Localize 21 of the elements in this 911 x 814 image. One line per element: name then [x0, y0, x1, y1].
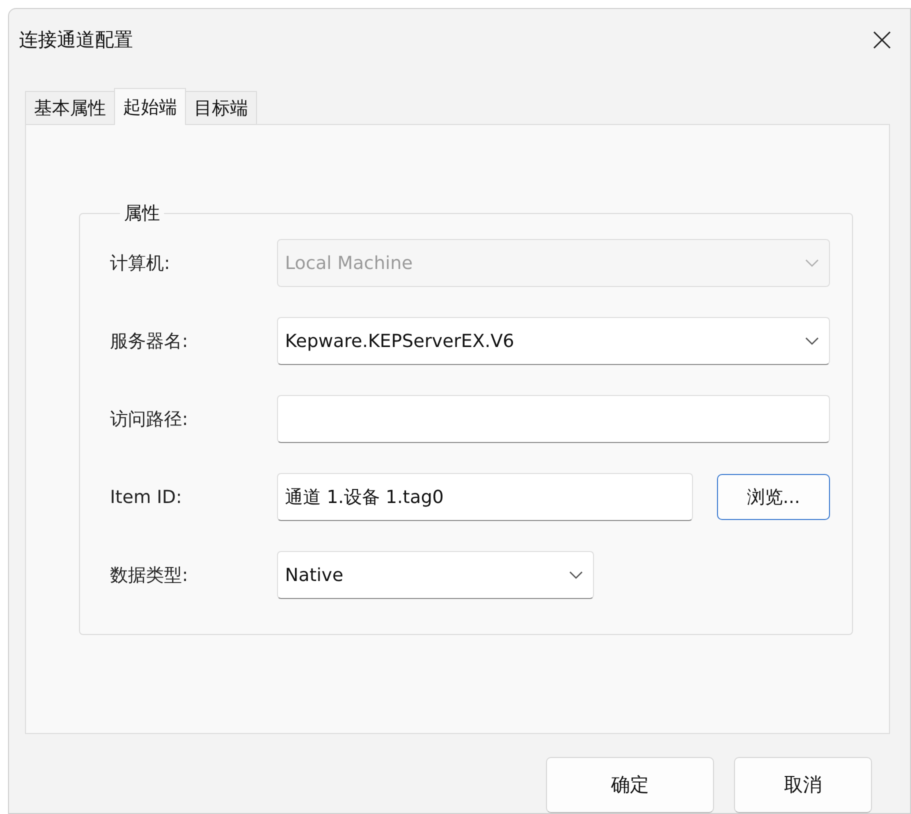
chevron-icon: [569, 571, 583, 580]
tab[interactable]: 目标端: [185, 91, 257, 124]
tab[interactable]: 起始端: [114, 88, 186, 126]
input-field[interactable]: 通道 1.设备 1.tag0: [277, 473, 693, 522]
chevron-icon: [805, 337, 819, 346]
tab[interactable]: 基本属性: [25, 91, 115, 124]
ok-button[interactable]: 确定: [546, 757, 714, 814]
group-title: 属性: [123, 202, 161, 226]
field-label: 服务器名:: [110, 330, 190, 354]
field-label: 数据类型:: [110, 564, 190, 588]
chevron-icon: [805, 259, 819, 268]
input-field[interactable]: [277, 395, 830, 444]
field-label: 计算机:: [110, 252, 172, 276]
browse-button[interactable]: 浏览...: [717, 474, 830, 520]
close-icon: [872, 30, 892, 50]
cancel-button[interactable]: 取消: [734, 757, 872, 814]
dropdown[interactable]: Native: [277, 551, 594, 600]
field-label: 访问路径:: [110, 408, 190, 432]
field-label: Item ID:: [110, 486, 183, 508]
window-title: 连接通道配置: [19, 28, 133, 54]
dropdown[interactable]: Kepware.KEPServerEX.V6: [277, 317, 830, 366]
